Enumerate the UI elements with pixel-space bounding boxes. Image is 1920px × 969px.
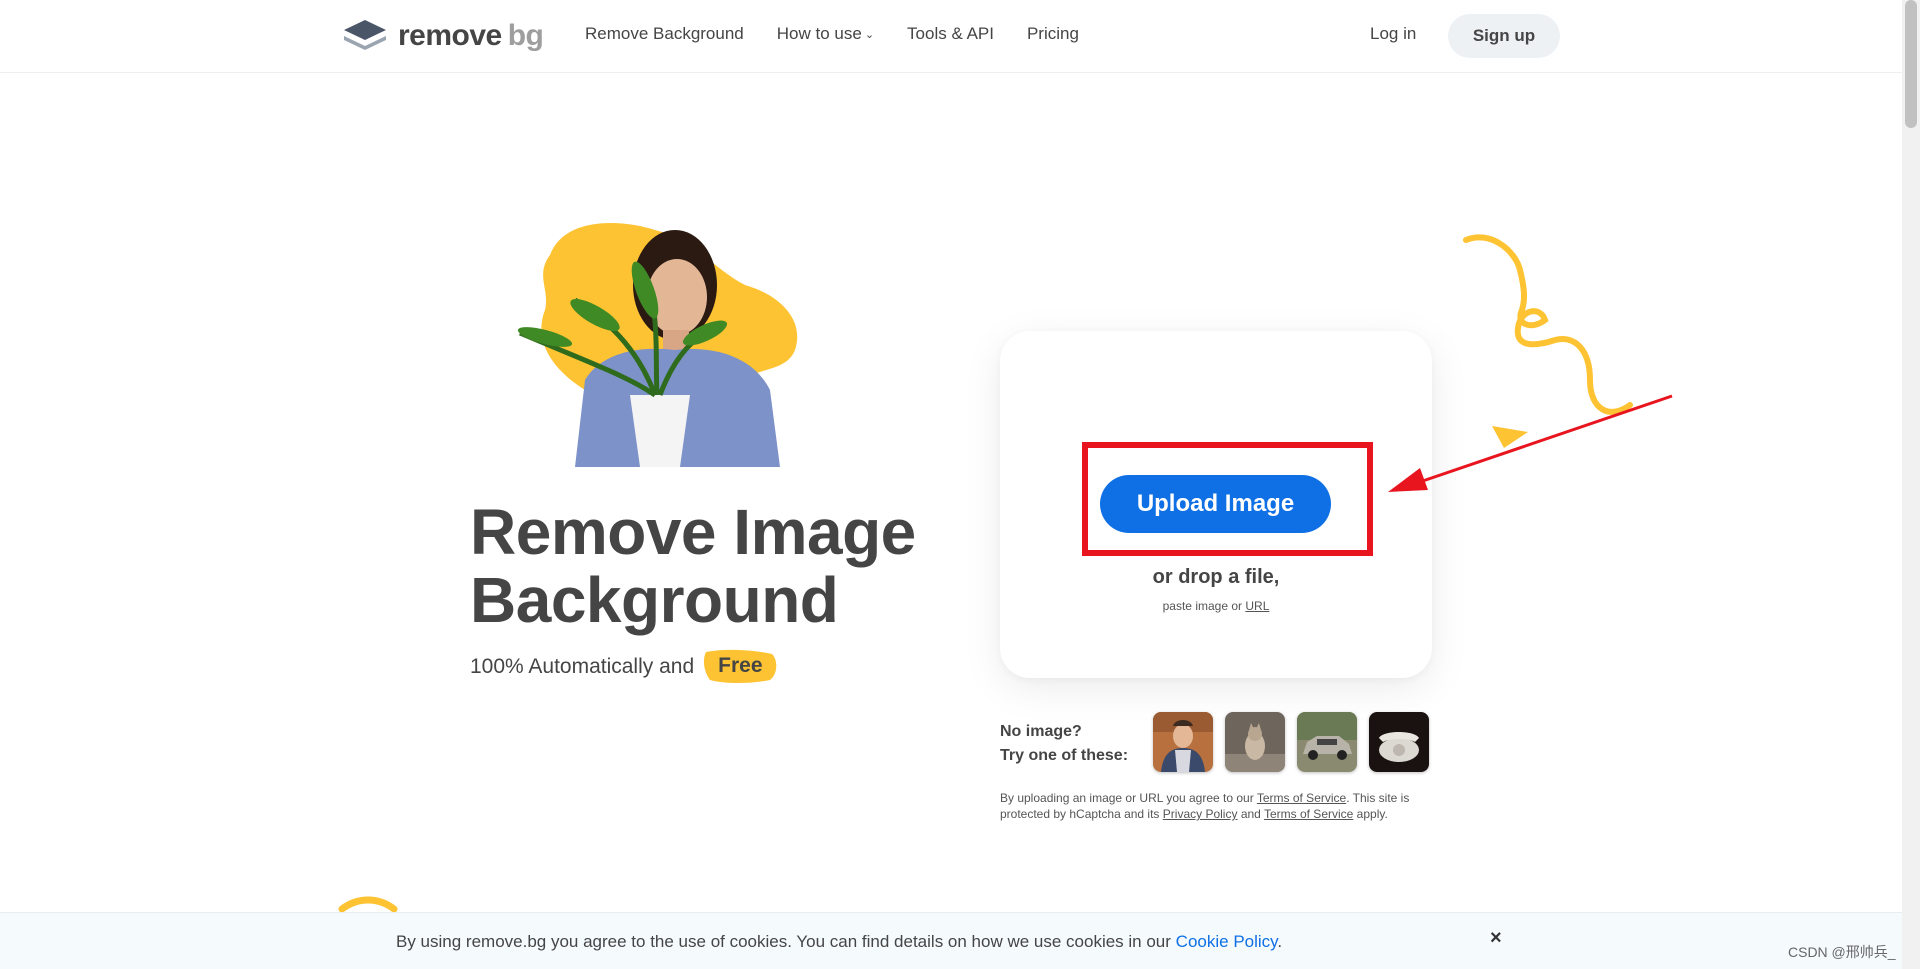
hero-title: Remove Image Background xyxy=(470,496,916,636)
cookie-policy-link[interactable]: Cookie Policy xyxy=(1176,932,1278,951)
nav-tools-api[interactable]: Tools & API xyxy=(907,24,994,44)
scrollbar-thumb[interactable] xyxy=(1905,0,1917,128)
cookie-banner: By using remove.bg you agree to the use … xyxy=(0,912,1902,969)
sample-image-cat[interactable] xyxy=(1225,712,1285,772)
top-navbar: remove bg Remove Background How to use ⌄ T… xyxy=(0,0,1902,73)
terms-notice: By uploading an image or URL you agree t… xyxy=(1000,791,1410,821)
login-link[interactable]: Log in xyxy=(1370,24,1416,44)
nav-how-to-use[interactable]: How to use ⌄ xyxy=(777,24,874,44)
hero-illustration xyxy=(517,222,798,467)
sample-images xyxy=(1153,712,1441,772)
privacy-policy-link[interactable]: Privacy Policy xyxy=(1163,807,1238,821)
watermark-text: CSDN @邢帅兵_ xyxy=(1788,944,1896,960)
free-badge: Free xyxy=(704,649,777,683)
sample-image-car[interactable] xyxy=(1297,712,1357,772)
paste-hint: paste image or URL xyxy=(1162,599,1270,613)
annotation-arrow xyxy=(1388,394,1673,492)
sample-prompt: No image? Try one of these: xyxy=(1000,723,1129,764)
logo-link[interactable]: remove bg xyxy=(342,18,544,54)
logo-layers-icon xyxy=(344,20,386,50)
hcaptcha-terms-link[interactable]: Terms of Service xyxy=(1264,807,1353,821)
hero-subtitle: 100% Automatically and Free xyxy=(470,649,777,683)
cookie-text: By using remove.bg you agree to the use … xyxy=(396,932,1283,951)
sample-image-telephone[interactable] xyxy=(1369,712,1429,772)
signup-button[interactable]: Sign up xyxy=(1448,14,1560,58)
nav-pricing[interactable]: Pricing xyxy=(1027,24,1079,44)
url-link[interactable]: URL xyxy=(1245,599,1269,613)
upload-image-button[interactable]: Upload Image xyxy=(1100,475,1331,533)
logo-text: remove bg xyxy=(398,19,544,52)
drop-file-text: or drop a file, xyxy=(1152,566,1280,588)
chevron-down-icon: ⌄ xyxy=(864,28,875,41)
scrollbar-track[interactable] xyxy=(1902,0,1920,969)
terms-of-service-link[interactable]: Terms of Service xyxy=(1257,791,1346,805)
sample-image-person[interactable] xyxy=(1153,712,1213,772)
nav-remove-background[interactable]: Remove Background xyxy=(585,24,744,44)
nav-links: Remove Background How to use ⌄ Tools & AP… xyxy=(585,24,1112,44)
close-icon[interactable]: × xyxy=(1490,927,1502,950)
